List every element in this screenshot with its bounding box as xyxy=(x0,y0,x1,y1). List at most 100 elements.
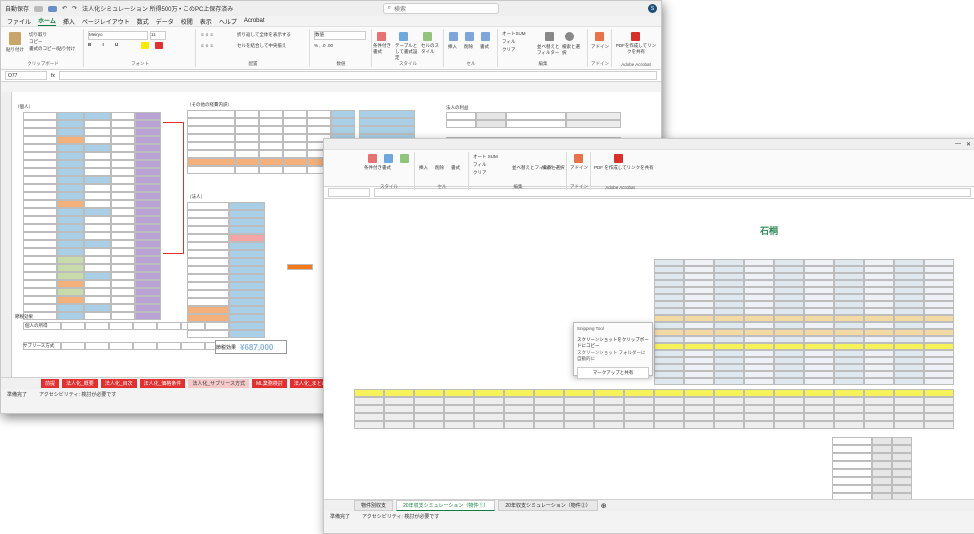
grid-cell[interactable] xyxy=(57,264,84,272)
grid-cell[interactable] xyxy=(864,308,894,315)
grid-cell[interactable] xyxy=(924,273,954,280)
grid-cell[interactable] xyxy=(229,266,265,274)
fill-color-icon[interactable] xyxy=(141,42,149,49)
grid-cell[interactable] xyxy=(111,304,135,312)
grid-cell[interactable] xyxy=(894,301,924,308)
grid-cell[interactable] xyxy=(924,259,954,266)
grid-cell[interactable] xyxy=(924,266,954,273)
grid-cell[interactable] xyxy=(894,421,924,429)
grid-cell[interactable] xyxy=(804,405,834,413)
grid-cell[interactable] xyxy=(534,413,564,421)
grid-cell[interactable] xyxy=(864,350,894,357)
grid-cell[interactable] xyxy=(414,413,444,421)
grid-cell[interactable] xyxy=(57,136,84,144)
grid-cell[interactable] xyxy=(774,301,804,308)
grid-cell[interactable] xyxy=(864,322,894,329)
grid-cell[interactable] xyxy=(654,397,684,405)
grid-cell[interactable] xyxy=(135,200,161,208)
grid-cell[interactable] xyxy=(84,208,111,216)
grid-cell[interactable] xyxy=(834,266,864,273)
grid-cell[interactable] xyxy=(564,421,594,429)
grid-cell[interactable] xyxy=(259,142,283,150)
grid-cell[interactable] xyxy=(654,322,684,329)
grid-cell[interactable] xyxy=(23,200,57,208)
merge-center-button[interactable]: セルを結合して中央揃え xyxy=(237,43,286,49)
grid-cell[interactable] xyxy=(684,364,714,371)
grid-cell[interactable] xyxy=(135,176,161,184)
grid-cell[interactable] xyxy=(744,397,774,405)
grid-cell[interactable] xyxy=(23,272,57,280)
grid-cell[interactable] xyxy=(57,152,84,160)
grid-cell[interactable] xyxy=(283,150,307,158)
grid-cell[interactable] xyxy=(774,397,804,405)
grid-cell[interactable] xyxy=(84,312,111,320)
grid-cell[interactable] xyxy=(894,357,924,364)
align-icons-2[interactable]: ≡≡≡ xyxy=(201,43,215,48)
grid-cell[interactable] xyxy=(894,413,924,421)
grid-cell[interactable] xyxy=(187,306,229,314)
grid-cell[interactable] xyxy=(744,308,774,315)
grid-cell[interactable] xyxy=(187,150,235,158)
grid-cell[interactable] xyxy=(23,280,57,288)
grid-cell[interactable] xyxy=(187,226,229,234)
grid-cell[interactable] xyxy=(774,280,804,287)
grid-cell[interactable] xyxy=(384,421,414,429)
grid-cell[interactable] xyxy=(684,266,714,273)
grid-cell[interactable] xyxy=(235,166,259,174)
grid-cell[interactable] xyxy=(57,232,84,240)
grid-cell[interactable] xyxy=(474,413,504,421)
sheet-tab-6[interactable]: ML業務検討 xyxy=(251,379,287,388)
grid-cell[interactable] xyxy=(187,202,229,210)
grid-cell[interactable] xyxy=(187,290,229,298)
grid-cell[interactable] xyxy=(894,287,924,294)
grid-cell[interactable] xyxy=(834,308,864,315)
grid-cell[interactable] xyxy=(774,405,804,413)
grid-cell[interactable] xyxy=(474,389,504,397)
menu-file[interactable]: ファイル xyxy=(7,17,31,26)
grid-cell[interactable] xyxy=(283,118,307,126)
grid-cell[interactable] xyxy=(259,126,283,134)
autosave-toggle[interactable] xyxy=(34,5,44,12)
sheet-tab-sim2[interactable]: 20年収支シミュレーション（物件②） xyxy=(498,500,598,511)
grid-cell[interactable] xyxy=(57,176,84,184)
grid-cell[interactable] xyxy=(57,128,84,136)
grid-cell[interactable] xyxy=(57,216,84,224)
grid-cell[interactable] xyxy=(23,112,57,120)
wrap-text-button[interactable]: 折り返して全体を表示する xyxy=(237,32,291,38)
grid-cell[interactable] xyxy=(384,413,414,421)
grid-cell[interactable] xyxy=(872,437,892,445)
grid-cell[interactable] xyxy=(684,273,714,280)
grid-cell[interactable] xyxy=(111,200,135,208)
grid-cell[interactable] xyxy=(23,120,57,128)
grid-cell[interactable] xyxy=(111,160,135,168)
grid-cell[interactable] xyxy=(894,389,924,397)
grid-cell[interactable] xyxy=(111,272,135,280)
grid-cell[interactable] xyxy=(23,264,57,272)
grid-cell[interactable] xyxy=(924,329,954,336)
grid-cell[interactable] xyxy=(111,280,135,288)
status-accessibility[interactable]: アクセシビリティ: 検討が必要です xyxy=(39,391,116,398)
grid-cell[interactable] xyxy=(834,389,864,397)
grid-cell[interactable] xyxy=(834,405,864,413)
grid-cell[interactable] xyxy=(624,413,654,421)
grid-cell[interactable] xyxy=(84,184,111,192)
grid-cell[interactable] xyxy=(924,350,954,357)
grid-cell[interactable] xyxy=(135,192,161,200)
grid-cell[interactable] xyxy=(744,280,774,287)
grid-cell[interactable] xyxy=(864,336,894,343)
grid-cell[interactable] xyxy=(774,294,804,301)
grid-cell[interactable] xyxy=(894,308,924,315)
grid-cell[interactable] xyxy=(135,240,161,248)
markup-share-button[interactable]: マークアップと共有 xyxy=(577,367,649,379)
cut-button[interactable]: 切り取り xyxy=(29,32,47,38)
grid-cell[interactable] xyxy=(924,294,954,301)
grid-cell[interactable] xyxy=(331,110,355,118)
grid-cell[interactable] xyxy=(187,266,229,274)
grid-cell[interactable] xyxy=(235,142,259,150)
grid-cell[interactable] xyxy=(832,485,872,493)
grid-cell[interactable] xyxy=(804,413,834,421)
grid-cell[interactable] xyxy=(359,110,415,118)
grid-cell[interactable] xyxy=(654,294,684,301)
grid-cell[interactable] xyxy=(864,364,894,371)
grid-cell[interactable] xyxy=(414,421,444,429)
